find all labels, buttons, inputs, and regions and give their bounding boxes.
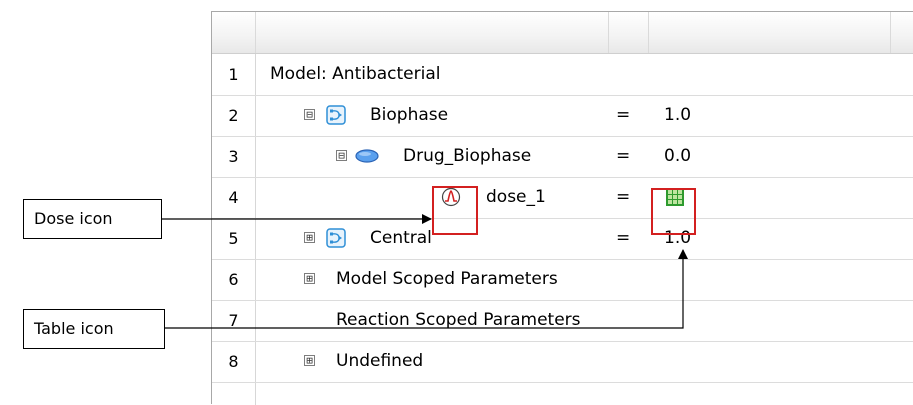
table-icon-callout: Table icon (23, 309, 165, 349)
dose-icon-callout: Dose icon (23, 199, 162, 239)
